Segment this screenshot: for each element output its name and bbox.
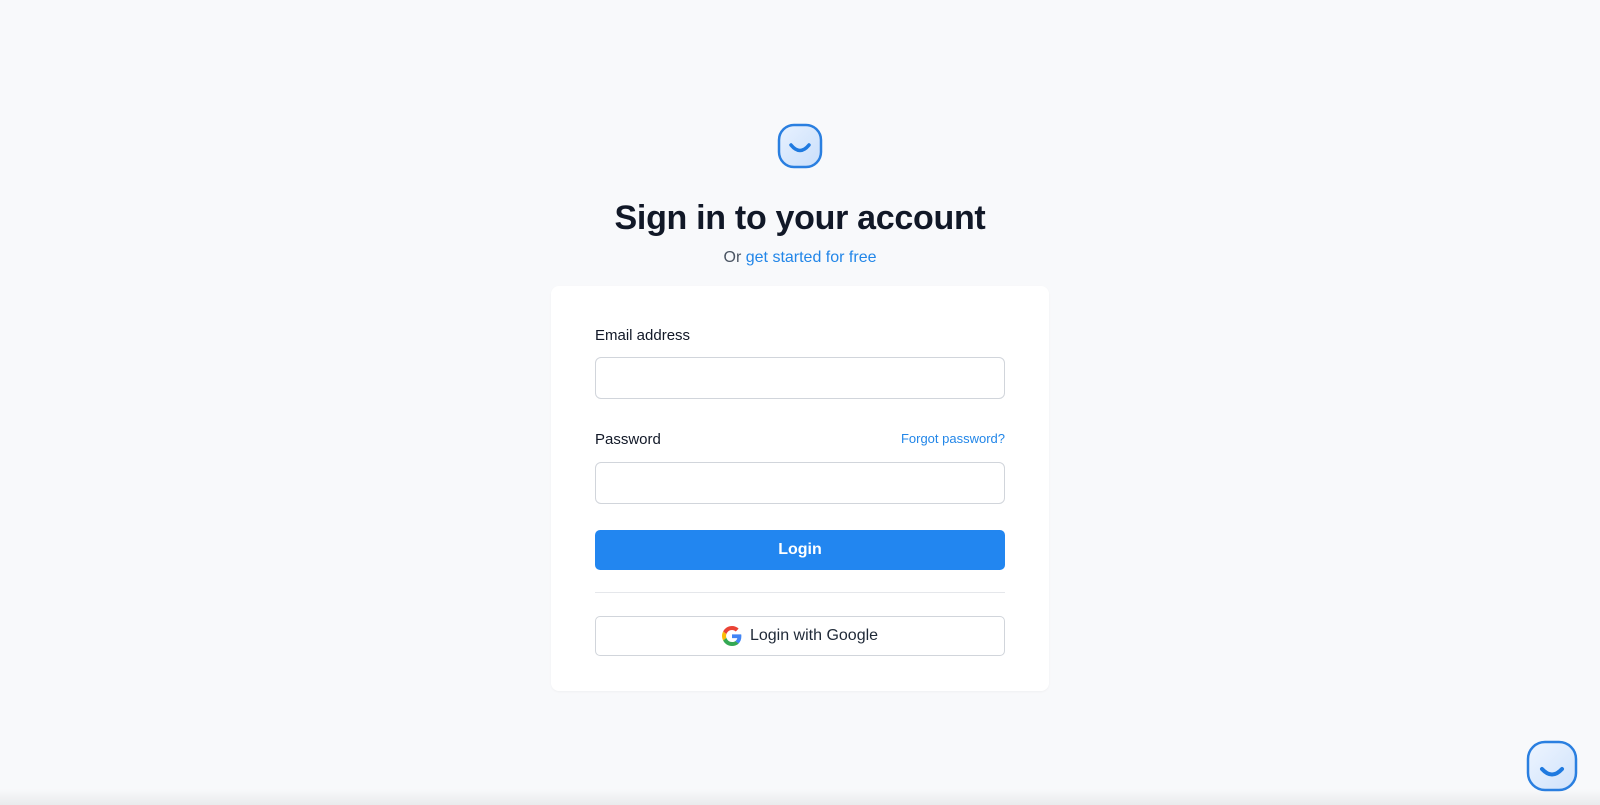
forgot-password-link[interactable]: Forgot password? bbox=[901, 430, 1005, 448]
bottom-edge-shadow bbox=[0, 789, 1600, 805]
signup-link[interactable]: get started for free bbox=[746, 249, 877, 266]
page-title: Sign in to your account bbox=[614, 199, 986, 237]
password-field[interactable] bbox=[595, 462, 1005, 504]
smile-logo-icon bbox=[777, 123, 823, 169]
google-g-icon bbox=[721, 626, 742, 646]
login-page: Sign in to your account Or get started f… bbox=[0, 0, 1600, 805]
login-with-google-button[interactable]: Login with Google bbox=[595, 616, 1005, 656]
email-field[interactable] bbox=[595, 357, 1005, 399]
subtitle: Or get started for free bbox=[0, 247, 1600, 269]
google-button-label: Login with Google bbox=[749, 627, 879, 644]
login-button[interactable]: Login bbox=[595, 530, 1005, 570]
password-label: Password bbox=[595, 431, 661, 448]
login-card: Email address Password Forgot password? … bbox=[551, 286, 1049, 691]
chat-support-icon[interactable] bbox=[1525, 739, 1579, 793]
email-label: Email address bbox=[595, 327, 691, 344]
divider bbox=[595, 592, 1005, 593]
subtitle-prefix: Or bbox=[723, 249, 742, 266]
